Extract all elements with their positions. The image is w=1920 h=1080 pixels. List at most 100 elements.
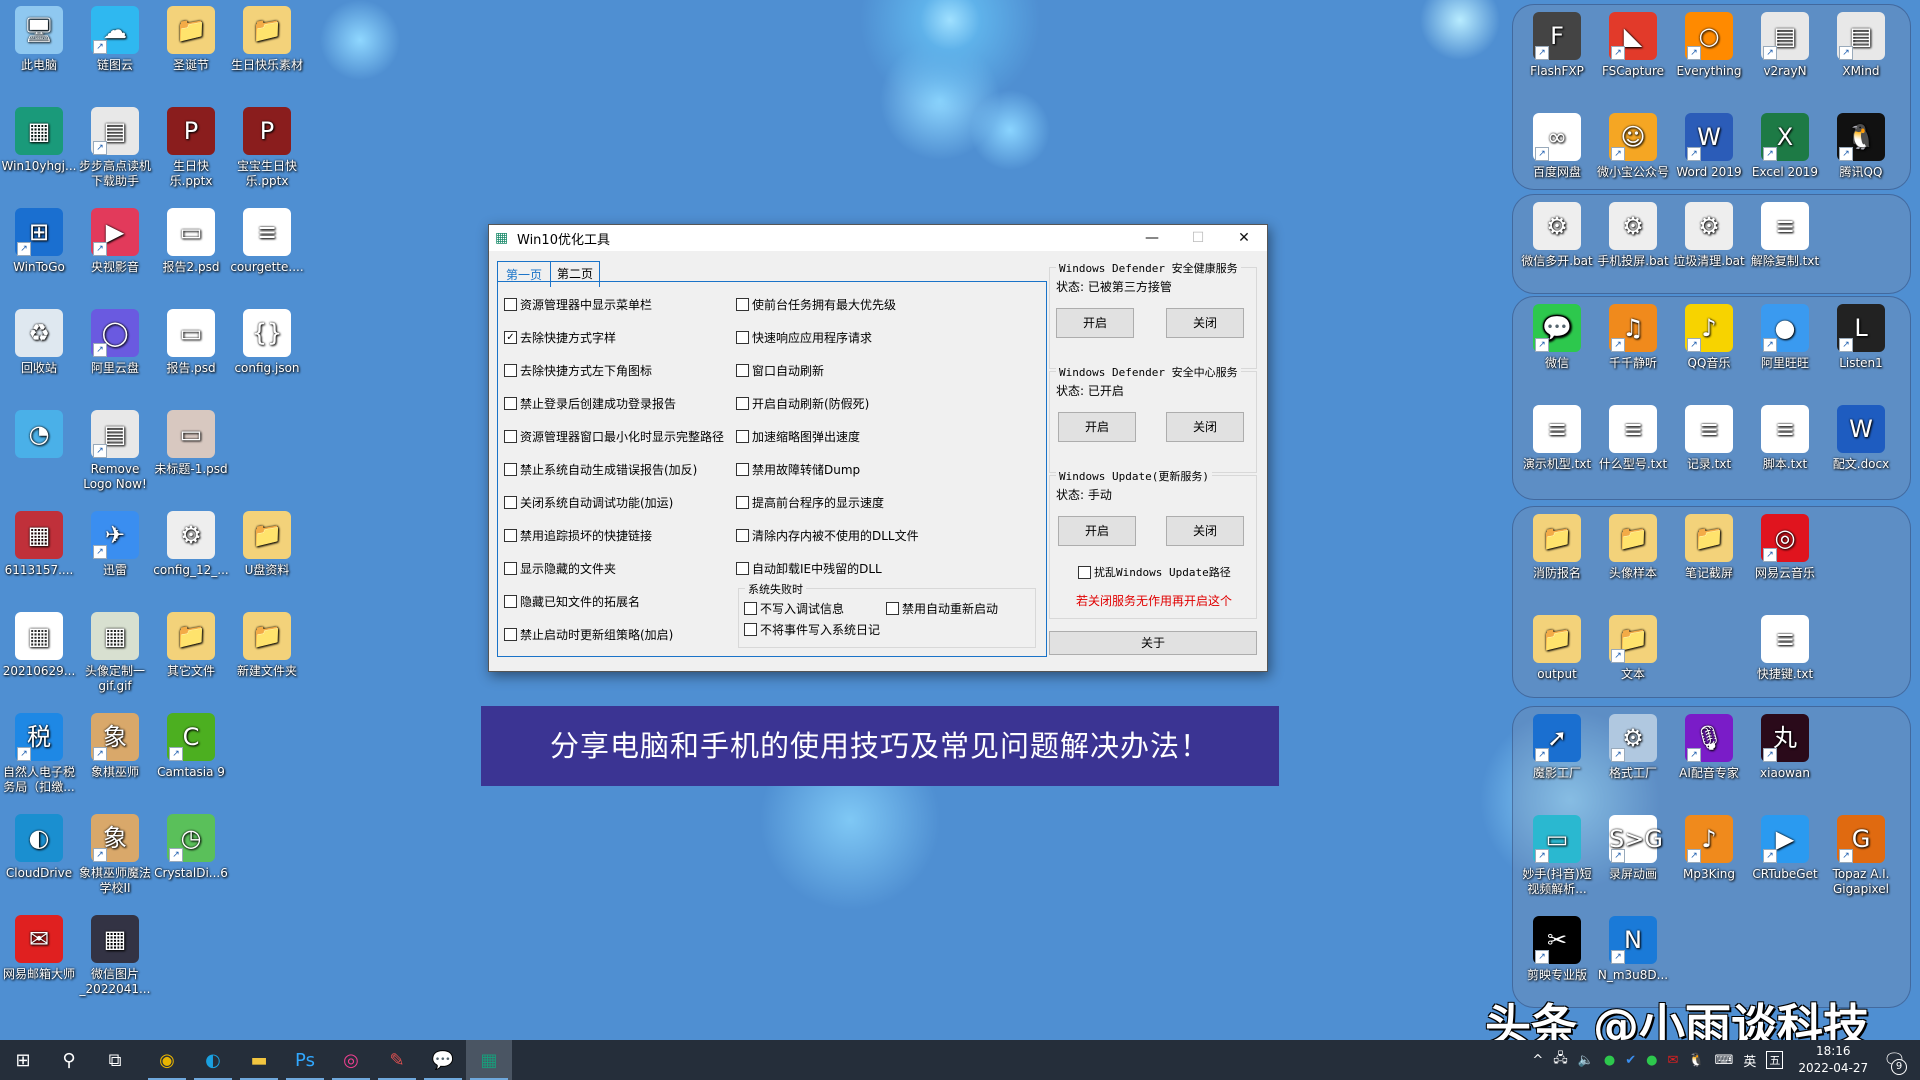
- desktop-icon[interactable]: ⊞ ↗ WinToGo: [0, 208, 78, 275]
- desktop-icon[interactable]: P 宝宝生日快乐.pptx: [228, 107, 306, 189]
- desktop-icon[interactable]: ⚙ 垃圾清理.bat: [1670, 202, 1748, 269]
- desktop-icon[interactable]: ✂ ↗ 剪映专业版: [1518, 916, 1596, 983]
- checkbox-unchecked[interactable]: [504, 463, 517, 476]
- ime-mode[interactable]: 五: [1766, 1051, 1784, 1069]
- desktop-icon[interactable]: N ↗ N_m3u8D...: [1594, 916, 1672, 983]
- about-button[interactable]: 关于: [1049, 631, 1257, 655]
- mail-tray-icon[interactable]: ✉: [1668, 1053, 1679, 1068]
- chrome-taskbar-icon[interactable]: ◉: [144, 1040, 190, 1080]
- desktop-icon[interactable]: ☺ ↗ 微小宝公众号: [1594, 113, 1672, 180]
- desktop-icon[interactable]: 丸 ↗ xiaowan: [1746, 714, 1824, 781]
- option-checkbox[interactable]: 隐藏已知文件的拓展名: [504, 593, 640, 610]
- option-checkbox[interactable]: 不写入调试信息: [744, 600, 844, 617]
- service-stop-button[interactable]: 关闭: [1166, 412, 1244, 442]
- desktop-icon[interactable]: ▤ ↗ Remove Logo Now!: [76, 410, 154, 492]
- start-button[interactable]: ⊞: [0, 1040, 46, 1080]
- desktop-icon[interactable]: ≡ courgette....: [228, 208, 306, 275]
- option-checkbox[interactable]: 加速缩略图弹出速度: [736, 428, 860, 445]
- service-start-button[interactable]: 开启: [1056, 308, 1134, 338]
- desktop-icon[interactable]: ○ ↗ Everything: [1670, 12, 1748, 79]
- option-checkbox[interactable]: 关闭系统自动调试功能(加运): [504, 494, 673, 511]
- checkbox-unchecked[interactable]: [504, 298, 517, 311]
- desktop-icon[interactable]: ☁ ↗ 链图云: [76, 6, 154, 73]
- desktop-icon[interactable]: ◯ ↗ 阿里云盘: [76, 309, 154, 376]
- desktop-icon[interactable]: 象 ↗ 象棋巫师魔法学校II: [76, 814, 154, 896]
- desktop-icon[interactable]: 📁 ↗ 文本: [1594, 615, 1672, 682]
- checkbox-unchecked[interactable]: [504, 628, 517, 641]
- checkbox-unchecked[interactable]: [504, 595, 517, 608]
- check-tray-icon[interactable]: ✔: [1625, 1053, 1636, 1068]
- desktop-icon[interactable]: ▭ 报告2.psd: [152, 208, 230, 275]
- option-checkbox[interactable]: 去除快捷方式左下角图标: [504, 362, 652, 379]
- desktop-icon[interactable]: 📁 圣诞节: [152, 6, 230, 73]
- checkbox-checked[interactable]: ✓: [504, 331, 517, 344]
- checkbox-unchecked[interactable]: [886, 602, 899, 615]
- desktop-icon[interactable]: P 生日快乐.pptx: [152, 107, 230, 189]
- desktop-icon[interactable]: ▭ ↗ 妙手(抖音)短视频解析...: [1518, 815, 1596, 897]
- checkbox-unchecked[interactable]: [504, 496, 517, 509]
- desktop-icon[interactable]: ≡ 演示机型.txt: [1518, 405, 1596, 472]
- file-explorer-taskbar-icon[interactable]: ▬: [236, 1040, 282, 1080]
- desktop-icon[interactable]: 📁 消防报名: [1518, 514, 1596, 581]
- desktop-icon[interactable]: ✈ ↗ 迅雷: [76, 511, 154, 578]
- desktop-icon[interactable]: ◎ ↗ 网易云音乐: [1746, 514, 1824, 581]
- desktop-icon[interactable]: ▭ 未标题-1.psd: [152, 410, 230, 477]
- desktop-icon[interactable]: ⚙ config_12_...: [152, 511, 230, 578]
- wechat-tray-icon-2[interactable]: ●: [1646, 1053, 1657, 1068]
- volume-icon[interactable]: 🔈: [1578, 1053, 1594, 1068]
- desktop-icon[interactable]: ♫ ↗ 千千静听: [1594, 304, 1672, 371]
- desktop-icon[interactable]: ◣ ↗ FSCapture: [1594, 12, 1672, 79]
- desktop-icon[interactable]: ● ↗ 阿里旺旺: [1746, 304, 1824, 371]
- desktop-icon[interactable]: ≡ 什么型号.txt: [1594, 405, 1672, 472]
- scramble-update-path-checkbox[interactable]: 扰乱Windows Update路径: [1078, 564, 1231, 580]
- service-stop-button[interactable]: 关闭: [1166, 516, 1244, 546]
- close-button[interactable]: ✕: [1221, 225, 1267, 251]
- desktop-icon[interactable]: 税 ↗ 自然人电子税务局（扣缴...: [0, 713, 78, 795]
- checkbox-unchecked[interactable]: [744, 602, 757, 615]
- photoshop-taskbar-icon[interactable]: Ps: [282, 1040, 328, 1080]
- desktop-icon[interactable]: 📁 生日快乐素材: [228, 6, 306, 73]
- desktop-icon[interactable]: G ↗ Topaz A.I. Gigapixel: [1822, 815, 1900, 897]
- edge-taskbar-icon[interactable]: ◐: [190, 1040, 236, 1080]
- option-checkbox[interactable]: 禁用故障转储Dump: [736, 461, 860, 478]
- service-start-button[interactable]: 开启: [1058, 516, 1136, 546]
- desktop-icon[interactable]: S>G ↗ 录屏动画: [1594, 815, 1672, 882]
- desktop-icon[interactable]: F ↗ FlashFXP: [1518, 12, 1596, 79]
- desktop-icon[interactable]: 🖥 此电脑: [0, 6, 78, 73]
- desktop-icon[interactable]: ≡ 记录.txt: [1670, 405, 1748, 472]
- option-checkbox[interactable]: ✓ 去除快捷方式字样: [504, 329, 616, 346]
- desktop-icon[interactable]: ◷ ↗ CrystalDi...6: [152, 814, 230, 881]
- option-checkbox[interactable]: 快速响应应用程序请求: [736, 329, 872, 346]
- minimize-button[interactable]: —: [1129, 225, 1175, 251]
- desktop-icon[interactable]: ◐ CloudDrive: [0, 814, 78, 881]
- option-checkbox[interactable]: 使前台任务拥有最大优先级: [736, 296, 896, 313]
- option-checkbox[interactable]: 自动卸载IE中残留的DLL: [736, 560, 882, 577]
- desktop-icon[interactable]: ▤ ↗ XMind: [1822, 12, 1900, 79]
- option-checkbox[interactable]: 清除内存内被不使用的DLL文件: [736, 527, 919, 544]
- option-checkbox[interactable]: 禁用自动重新启动: [886, 600, 998, 617]
- notepad-plus-taskbar-icon[interactable]: ✎: [374, 1040, 420, 1080]
- service-start-button[interactable]: 开启: [1058, 412, 1136, 442]
- option-checkbox[interactable]: 提高前台程序的显示速度: [736, 494, 884, 511]
- desktop-icon[interactable]: ▦ 20210629...: [0, 612, 78, 679]
- desktop-icon[interactable]: ▦ 微信图片_2022041...: [76, 915, 154, 997]
- desktop-icon[interactable]: ➚ ↗ 魔影工厂: [1518, 714, 1596, 781]
- option-checkbox[interactable]: 开启自动刷新(防假死): [736, 395, 869, 412]
- wechat-tray-icon[interactable]: ●: [1604, 1053, 1615, 1068]
- desktop-icon[interactable]: ▦ Win10yhgj...: [0, 107, 78, 174]
- desktop-icon[interactable]: 🎙 ↗ AI配音专家: [1670, 714, 1748, 781]
- color-app-taskbar-icon[interactable]: ◎: [328, 1040, 374, 1080]
- checkbox-box[interactable]: [1078, 565, 1091, 579]
- desktop-icon[interactable]: 💬 ↗ 微信: [1518, 304, 1596, 371]
- checkbox-unchecked[interactable]: [736, 364, 749, 377]
- qq-tray-icon[interactable]: 🐧: [1688, 1053, 1704, 1068]
- option-checkbox[interactable]: 禁用追踪损坏的快捷链接: [504, 527, 652, 544]
- checkbox-unchecked[interactable]: [504, 397, 517, 410]
- checkbox-unchecked[interactable]: [736, 529, 749, 542]
- network-icon[interactable]: 🖧: [1553, 1049, 1568, 1071]
- desktop-icon[interactable]: 🐧 ↗ 腾讯QQ: [1822, 113, 1900, 180]
- ime-language[interactable]: 英: [1743, 1051, 1756, 1070]
- checkbox-unchecked[interactable]: [504, 430, 517, 443]
- desktop-icon[interactable]: L ↗ Listen1: [1822, 304, 1900, 371]
- desktop-icon[interactable]: 📁 U盘资料: [228, 511, 306, 578]
